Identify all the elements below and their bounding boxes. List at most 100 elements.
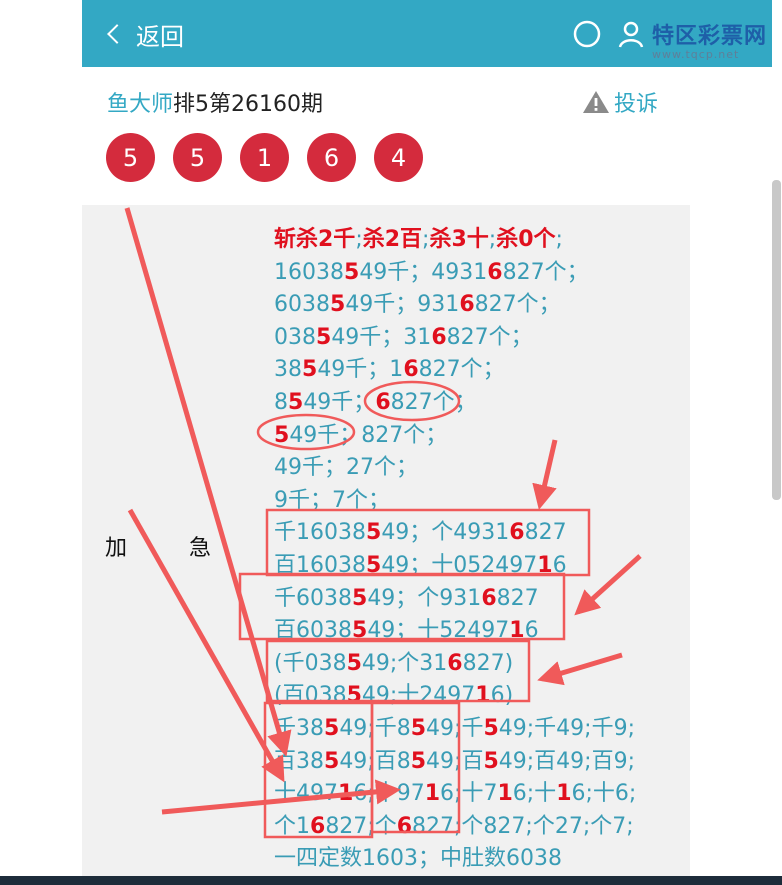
line-text: 一四定数1603；中肚数6038 — [274, 846, 562, 872]
top-bar: 返回 特区彩票网 www.tqcp.net — [82, 0, 772, 67]
author-link[interactable]: 鱼大师 — [107, 92, 173, 117]
line-text: 38 — [274, 357, 302, 383]
prediction-line: 千16038549；个49316827 — [274, 517, 636, 550]
prediction-line: (千038549;个316827) — [274, 648, 636, 681]
highlight-digit: 5 — [274, 422, 290, 448]
highlight-digit: 5 — [346, 650, 362, 676]
highlight-digit: 5 — [410, 748, 427, 774]
highlight-digit: 5 — [483, 748, 499, 774]
prediction-line: 十49716;十9716;十716;十16;十6; — [274, 778, 636, 811]
highlight-digit: 杀3十 — [429, 227, 489, 252]
line-text: 827 — [496, 585, 539, 611]
highlight-digit: 5 — [366, 552, 382, 578]
line-text: 6;十97 — [353, 781, 425, 807]
line-text: 百6038 — [274, 618, 352, 644]
line-text: 千38 — [274, 715, 324, 741]
highlight-digit: 杀0个 — [496, 227, 556, 252]
highlight-digit: 5 — [483, 715, 499, 741]
highlight-digit: 1 — [424, 781, 441, 807]
right-margin — [690, 0, 782, 885]
line-text: 个1 — [274, 813, 310, 839]
highlight-digit: 6 — [403, 357, 419, 383]
highlight-digit: 6 — [487, 259, 503, 285]
back-label: 返回 — [136, 22, 184, 51]
line-text: 9千；7个； — [274, 487, 390, 513]
result-ball: 6 — [307, 133, 356, 182]
complaint-button[interactable]: 投诉 — [582, 86, 658, 118]
line-text: 十497 — [274, 781, 338, 807]
line-text: 49;千49;千9; — [498, 715, 635, 741]
urgent-char: 急 — [189, 536, 212, 561]
line-text: 百16038 — [274, 552, 366, 578]
line-text: 49;百8 — [339, 748, 411, 774]
issue-title: 排5第26160期 — [173, 92, 323, 117]
prediction-line: 百16038549；十05249716 — [274, 550, 636, 583]
highlight-digit: 6 — [459, 292, 475, 318]
line-text: 827) — [462, 650, 514, 676]
user-icon[interactable] — [616, 19, 646, 49]
highlight-digit: 1 — [509, 618, 525, 644]
line-text: 49；十52497 — [367, 618, 510, 644]
prediction-line: 千6038549；个9316827 — [274, 583, 636, 616]
urgent-label: 加急 — [105, 530, 211, 562]
prediction-line: (百038549;十249716) — [274, 680, 636, 713]
line-text: 6) — [490, 683, 514, 709]
highlight-digit: 1 — [497, 781, 513, 807]
highlight-digit: 5 — [410, 715, 427, 741]
highlight-digit: 6 — [310, 813, 326, 839]
back-button[interactable]: 返回 — [106, 14, 184, 54]
highlight-digit: 5 — [330, 292, 346, 318]
result-ball: 5 — [106, 133, 155, 182]
prediction-line: 百38549;百8549;百549;百49;百9; — [274, 746, 636, 779]
line-text: 49；个4931 — [381, 520, 510, 546]
header-icons — [572, 14, 646, 54]
prediction-line: 9千；7个； — [274, 485, 636, 518]
line-text: 百38 — [274, 748, 324, 774]
line-text: 8 — [274, 389, 288, 415]
line-text: 6;十6; — [571, 781, 637, 807]
line-text: 827个； — [390, 389, 477, 415]
line-text: 千16038 — [274, 520, 366, 546]
highlight-digit: 5 — [324, 748, 340, 774]
watermark-title: 特区彩票网 — [652, 24, 768, 49]
highlight-digit: 1 — [556, 781, 572, 807]
line-text: ; — [555, 227, 563, 252]
highlight-digit: 5 — [346, 683, 362, 709]
highlight-digit: 5 — [324, 715, 340, 741]
highlight-digit: 斩杀2千 — [274, 227, 356, 252]
highlight-digit: 5 — [344, 259, 360, 285]
line-text: 49千；31 — [331, 324, 432, 350]
site-watermark: 特区彩票网 www.tqcp.net — [652, 18, 767, 61]
line-text: ; — [355, 227, 363, 252]
chevron-left-icon — [107, 24, 127, 44]
highlight-digit: 1 — [338, 781, 354, 807]
line-text: 49千； — [303, 389, 376, 415]
highlight-digit: 6 — [375, 389, 391, 415]
line-text: 6038 — [274, 292, 330, 318]
prediction-line: 49千；27个； — [274, 452, 636, 485]
highlight-digit: 6 — [396, 813, 413, 839]
line-text: 6 — [552, 552, 567, 578]
left-margin — [0, 0, 82, 885]
prediction-line: 一四定数1603；中肚数6038 — [274, 843, 636, 876]
line-text: 038 — [274, 324, 316, 350]
scrollbar-thumb[interactable] — [772, 180, 781, 500]
search-icon[interactable] — [572, 19, 602, 49]
result-ball: 4 — [374, 133, 423, 182]
highlight-digit: 5 — [288, 389, 304, 415]
complaint-label: 投诉 — [614, 92, 659, 117]
prediction-line: 个16827;个6827;个827;个27;个7; — [274, 811, 636, 844]
line-text: 49;百 — [426, 748, 484, 774]
highlight-digit: 杀2百 — [362, 227, 423, 252]
highlight-digit: 6 — [447, 650, 463, 676]
highlight-digit: 5 — [302, 357, 318, 383]
highlight-digit: 5 — [352, 585, 368, 611]
line-text: 千6038 — [274, 585, 352, 611]
line-text: 6 — [524, 618, 539, 644]
prediction-line: 38549千；16827个； — [274, 354, 636, 387]
line-text: 49千；4931 — [359, 259, 488, 285]
line-text: (百038 — [274, 683, 347, 709]
prediction-lines: 斩杀2千;杀2百;杀3十;杀0个; 16038549千；49316827个； 603… — [274, 224, 636, 876]
bottom-bar — [0, 876, 782, 885]
line-text: 49;十2497 — [361, 683, 476, 709]
